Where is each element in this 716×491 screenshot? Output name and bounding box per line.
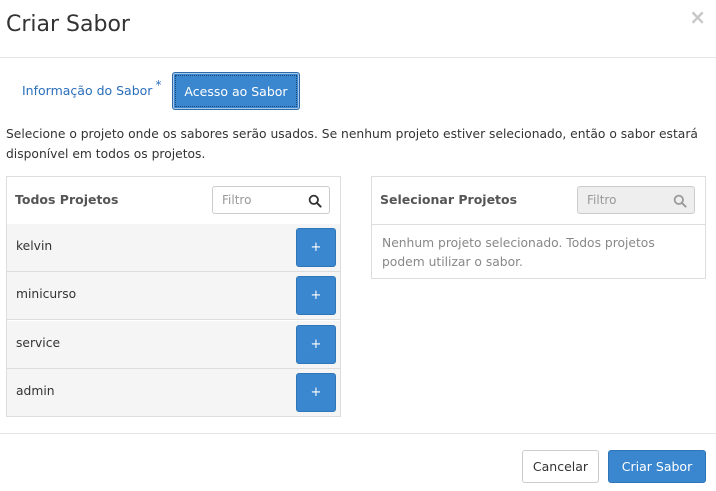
selected-projects-filter-input[interactable] — [578, 187, 668, 213]
add-project-button[interactable]: + — [296, 276, 336, 315]
close-icon[interactable]: × — [689, 6, 706, 28]
project-name: service — [16, 336, 61, 350]
help-text: Selecione o projeto onde os sabores serã… — [6, 127, 698, 161]
required-marker: * — [155, 78, 162, 92]
all-projects-filter-input[interactable] — [213, 187, 303, 213]
selected-projects-filter — [577, 186, 695, 214]
project-row: admin + — [7, 369, 340, 416]
search-icon[interactable] — [308, 194, 322, 208]
selected-projects-panel: Selecionar Projetos Nenhum projeto selec… — [371, 176, 706, 279]
tab-flavor-info-label: Informação do Sabor — [22, 83, 153, 98]
add-project-button[interactable]: + — [296, 373, 336, 412]
modal-title: Criar Sabor — [6, 12, 130, 37]
all-projects-panel: Todos Projetos kelvin + minicurso + serv… — [6, 176, 341, 417]
create-flavor-button[interactable]: Criar Sabor — [608, 450, 706, 483]
modal-header: Criar Sabor × — [0, 0, 716, 58]
project-row: kelvin + — [7, 224, 340, 272]
tab-flavor-access-label: Acesso ao Sabor — [184, 84, 288, 99]
create-flavor-modal: Criar Sabor × Informação do Sabor * Acess… — [0, 0, 716, 491]
project-name: admin — [16, 384, 55, 398]
search-icon — [673, 194, 687, 208]
empty-selection-message: Nenhum projeto selecionado. Todos projet… — [382, 236, 655, 269]
all-projects-title: Todos Projetos — [15, 192, 119, 207]
project-row: minicurso + — [7, 272, 340, 320]
project-row: service + — [7, 321, 340, 369]
tab-list: Informação do Sabor * Acesso ao Sabor — [0, 72, 716, 112]
all-projects-filter — [212, 186, 330, 214]
add-project-button[interactable]: + — [296, 325, 336, 364]
project-name: minicurso — [16, 287, 77, 301]
selected-projects-heading: Selecionar Projetos — [372, 177, 705, 225]
selected-projects-title: Selecionar Projetos — [380, 192, 518, 207]
tab-flavor-access[interactable]: Acesso ao Sabor — [172, 72, 300, 110]
all-projects-heading: Todos Projetos — [7, 177, 340, 225]
modal-footer: Cancelar Criar Sabor — [0, 433, 716, 491]
add-project-button[interactable]: + — [296, 228, 336, 267]
tab-flavor-info[interactable]: Informação do Sabor * — [22, 72, 161, 110]
cancel-button[interactable]: Cancelar — [522, 450, 599, 483]
project-name: kelvin — [16, 239, 53, 253]
